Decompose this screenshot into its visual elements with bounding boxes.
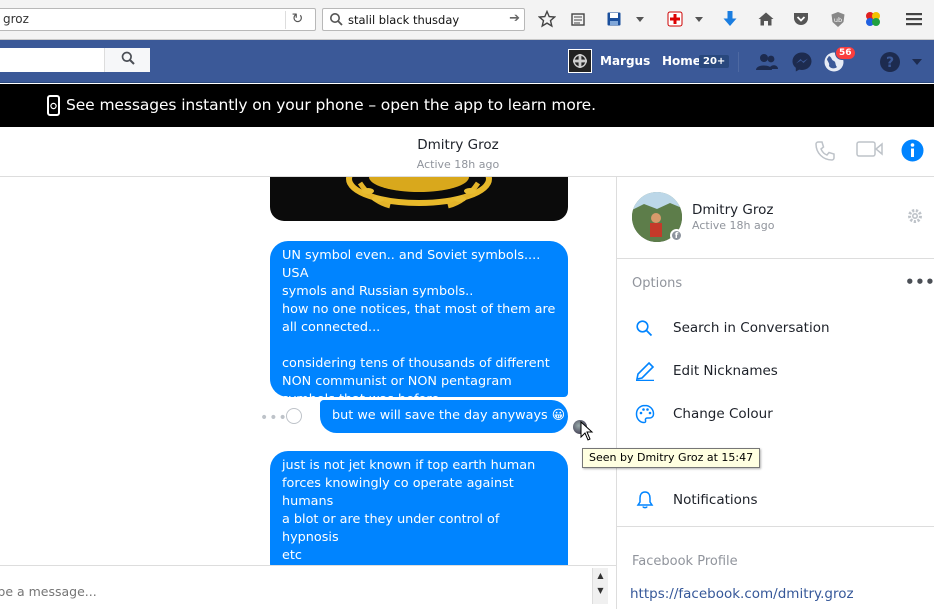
facebook-search-button[interactable] [104, 48, 150, 72]
banner-text: See messages instantly on your phone – o… [66, 96, 596, 114]
message-thread[interactable]: UN symbol even.. and Soviet symbols.... … [0, 177, 616, 565]
divider [617, 526, 934, 527]
conversation-info-panel: f Dmitry Groz Active 18h ago Options •••… [616, 177, 934, 609]
help-icon[interactable]: ? [878, 50, 902, 74]
seen-tooltip: Seen by Dmitry Groz at 15:47 [582, 448, 761, 468]
conversation-header: Dmitry Groz Active 18h ago [0, 127, 934, 177]
conversation-title[interactable]: Dmitry Groz [0, 137, 916, 153]
ublock-icon[interactable]: ub [827, 8, 849, 30]
avatar [568, 49, 592, 73]
browser-toolbar: groz ↻ stalil black thusday ➔ ub [0, 0, 934, 40]
message-input[interactable] [0, 566, 590, 609]
palette-icon [635, 404, 663, 424]
search-icon [121, 51, 135, 69]
url-bar[interactable]: groz ↻ [0, 8, 316, 31]
voice-call-icon[interactable] [813, 139, 837, 163]
notifications-badge: 56 [835, 46, 856, 60]
messenger-icon[interactable] [790, 50, 814, 74]
option-search-in-conversation[interactable]: Search in Conversation [632, 314, 922, 342]
bookmark-star-icon[interactable] [536, 8, 558, 30]
pocket-icon[interactable] [790, 8, 812, 30]
message-bubble-outgoing[interactable]: but we will save the day anyways 😀 [320, 400, 568, 433]
chevron-down-icon[interactable] [629, 8, 651, 30]
facebook-header: Margus Home 20+ 56 ? [0, 40, 934, 83]
app-promo-banner[interactable]: See messages instantly on your phone – o… [0, 84, 934, 127]
home-icon[interactable] [755, 8, 777, 30]
reaction-smiley-icon[interactable] [286, 408, 302, 424]
mouse-cursor-icon [580, 420, 594, 445]
image-message[interactable] [270, 177, 568, 221]
composer-scrollbar[interactable]: ▲ ▼ [592, 568, 608, 604]
facebook-search-input[interactable] [0, 48, 150, 72]
profile-link[interactable]: Margus [568, 49, 650, 73]
search-icon [329, 12, 343, 30]
bell-icon [635, 490, 663, 510]
url-text: groz [3, 12, 29, 26]
pencil-icon [635, 361, 663, 381]
video-call-icon[interactable] [856, 139, 884, 159]
reading-list-icon[interactable] [567, 8, 589, 30]
color-picker-icon[interactable] [862, 8, 884, 30]
friend-requests-icon[interactable] [755, 50, 779, 74]
option-label: Search in Conversation [673, 320, 830, 336]
contact-status: Active 18h ago [692, 219, 775, 232]
chevron-down-icon[interactable] [688, 8, 710, 30]
reload-icon[interactable]: ↻ [285, 11, 309, 29]
divider [617, 258, 934, 259]
facebook-profile-heading: Facebook Profile [632, 554, 738, 569]
message-bubble-outgoing[interactable]: just is not jet known if top earth human… [270, 451, 568, 565]
conversation-status: Active 18h ago [416, 158, 500, 171]
hamburger-menu-icon[interactable] [903, 8, 925, 30]
info-icon[interactable] [901, 139, 924, 162]
browser-search-text: stalil black thusday [348, 13, 460, 27]
message-composer: ▲▼ [0, 565, 616, 609]
option-change-colour[interactable]: Change Colour [632, 400, 922, 428]
header-divider [738, 52, 739, 72]
option-label: Edit Nicknames [673, 363, 778, 379]
option-edit-nicknames[interactable]: Edit Nicknames [632, 357, 922, 385]
facebook-profile-link[interactable]: https://facebook.com/dmitry.groz [630, 586, 854, 602]
first-aid-icon[interactable] [664, 8, 686, 30]
svg-text:ub: ub [834, 16, 842, 24]
options-heading: Options [632, 276, 683, 291]
gear-icon[interactable] [906, 207, 924, 229]
save-disk-icon[interactable] [603, 8, 625, 30]
account-menu-chevron-icon[interactable] [905, 50, 929, 74]
message-more-options-icon[interactable]: ••• [260, 410, 288, 426]
profile-name: Margus [600, 54, 651, 68]
options-more-icon[interactable]: ••• [905, 273, 934, 291]
message-bubble-outgoing[interactable]: UN symbol even.. and Soviet symbols.... … [270, 241, 568, 407]
option-label: Change Colour [673, 406, 773, 422]
facebook-badge-icon: f [670, 229, 683, 242]
go-arrow-icon[interactable]: ➔ [509, 11, 520, 26]
contact-name[interactable]: Dmitry Groz [692, 202, 773, 218]
option-label: Notifications [673, 492, 758, 508]
home-count-badge: 20+ [699, 55, 730, 68]
svg-text:?: ? [886, 55, 894, 71]
home-link[interactable]: Home [662, 54, 701, 68]
browser-search-bar[interactable]: stalil black thusday ➔ [322, 8, 525, 31]
download-arrow-icon[interactable] [719, 8, 741, 30]
option-notifications[interactable]: Notifications [632, 486, 922, 514]
phone-icon [47, 95, 60, 116]
search-icon [635, 319, 663, 337]
